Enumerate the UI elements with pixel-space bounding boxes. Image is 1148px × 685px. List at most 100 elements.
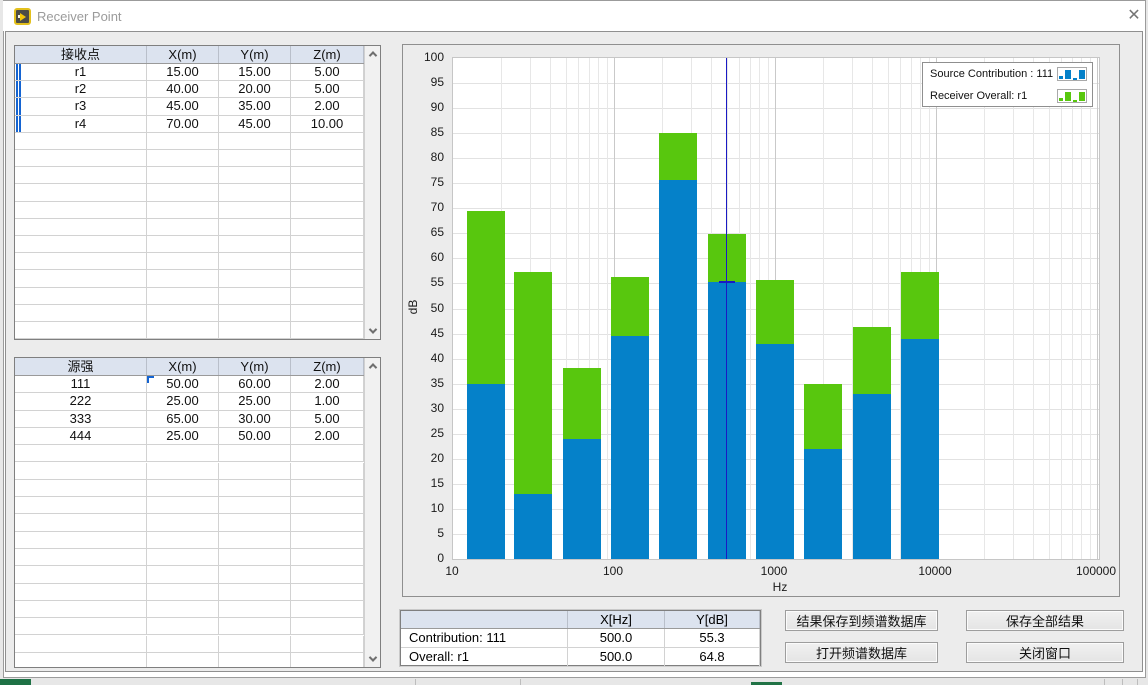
table-cell[interactable] — [147, 253, 219, 269]
table-cell[interactable] — [15, 480, 147, 496]
chart-cursor-crosshair[interactable] — [719, 281, 735, 283]
table-row[interactable]: 33365.0030.005.00 — [15, 411, 364, 428]
table-cell[interactable] — [147, 236, 219, 252]
table-row[interactable] — [15, 305, 364, 322]
table-cell[interactable] — [147, 322, 219, 338]
table-cell[interactable] — [15, 202, 147, 218]
table-cell[interactable] — [219, 253, 291, 269]
table-cell[interactable]: 45.00 — [219, 116, 291, 132]
table-cell[interactable]: 25.00 — [219, 393, 291, 409]
table-cell[interactable]: 50.00 — [147, 376, 219, 392]
table-cell[interactable] — [219, 532, 291, 548]
table-cell[interactable] — [291, 184, 364, 200]
table-cell[interactable]: 15.00 — [147, 64, 219, 80]
table-cell[interactable]: 333 — [15, 411, 147, 427]
table-cell[interactable] — [147, 288, 219, 304]
table-cell[interactable]: 25.00 — [147, 393, 219, 409]
table-cell[interactable] — [219, 219, 291, 235]
table-cell[interactable] — [291, 480, 364, 496]
table-row[interactable] — [15, 549, 364, 566]
cursor-table-row[interactable]: Contribution: 111500.055.3 — [401, 629, 760, 648]
table-cell[interactable] — [147, 532, 219, 548]
close-window-button[interactable]: 关闭窗口 — [966, 642, 1124, 663]
table-cell[interactable] — [147, 445, 219, 461]
table-cell[interactable] — [15, 219, 147, 235]
table-cell[interactable]: 50.00 — [219, 428, 291, 444]
table-cell[interactable] — [219, 601, 291, 617]
table-cell[interactable] — [291, 202, 364, 218]
table-cell[interactable] — [219, 236, 291, 252]
table-cell[interactable] — [291, 133, 364, 149]
table-cell[interactable] — [147, 167, 219, 183]
table-row[interactable] — [15, 133, 364, 150]
table-cell[interactable] — [15, 167, 147, 183]
table-cell[interactable] — [219, 618, 291, 634]
table-cell[interactable] — [15, 566, 147, 582]
table-cell[interactable] — [219, 480, 291, 496]
table-row[interactable] — [15, 584, 364, 601]
table-cell[interactable] — [219, 463, 291, 479]
table-scrollbar[interactable] — [364, 46, 380, 339]
table-cell[interactable] — [15, 184, 147, 200]
table-cell[interactable] — [15, 549, 147, 565]
table-cell[interactable] — [291, 288, 364, 304]
table-cell[interactable] — [147, 584, 219, 600]
table-cell[interactable]: 5.00 — [291, 81, 364, 97]
table-row[interactable]: r345.0035.002.00 — [15, 98, 364, 115]
table-row[interactable] — [15, 497, 364, 514]
table-cell[interactable] — [291, 532, 364, 548]
cursor-table-row[interactable]: Overall: r1500.064.8 — [401, 648, 760, 667]
table-cell[interactable] — [219, 514, 291, 530]
table-cell[interactable] — [15, 601, 147, 617]
table-cell[interactable]: 2.00 — [291, 376, 364, 392]
scroll-up-button[interactable] — [365, 358, 380, 374]
table-cell[interactable] — [147, 497, 219, 513]
table-cell[interactable] — [291, 270, 364, 286]
table-row[interactable]: r240.0020.005.00 — [15, 81, 364, 98]
table-cell[interactable] — [219, 133, 291, 149]
table-cell[interactable] — [219, 150, 291, 166]
table-cell[interactable]: 60.00 — [219, 376, 291, 392]
table-cell[interactable] — [15, 636, 147, 652]
table-row[interactable]: r115.0015.005.00 — [15, 64, 364, 81]
table-cell[interactable] — [291, 549, 364, 565]
table-cell[interactable] — [15, 514, 147, 530]
legend-glyph[interactable] — [1057, 67, 1087, 81]
table-cell[interactable]: 5.00 — [291, 64, 364, 80]
table-row[interactable] — [15, 253, 364, 270]
table-cell[interactable]: 35.00 — [219, 98, 291, 114]
table-cell[interactable] — [147, 219, 219, 235]
table-cell[interactable]: 20.00 — [219, 81, 291, 97]
table-cell[interactable]: 444 — [15, 428, 147, 444]
table-cell[interactable] — [147, 133, 219, 149]
table-cell[interactable] — [15, 150, 147, 166]
table-cell[interactable] — [291, 497, 364, 513]
table-row[interactable]: 11150.0060.002.00 — [15, 376, 364, 393]
scroll-down-button[interactable] — [365, 651, 380, 667]
table-cell[interactable] — [291, 305, 364, 321]
table-cell[interactable] — [291, 445, 364, 461]
table-row[interactable] — [15, 636, 364, 653]
table-cell[interactable] — [219, 305, 291, 321]
table-cell[interactable] — [291, 236, 364, 252]
table-cell[interactable] — [147, 636, 219, 652]
table-cell[interactable] — [291, 636, 364, 652]
table-cell[interactable]: 222 — [15, 393, 147, 409]
table-cell[interactable]: r3 — [15, 98, 147, 114]
table-cell[interactable] — [147, 270, 219, 286]
table-row[interactable] — [15, 463, 364, 480]
scroll-down-button[interactable] — [365, 323, 380, 339]
table-cell[interactable] — [15, 497, 147, 513]
table-cell[interactable] — [147, 653, 219, 668]
table-cell[interactable]: 15.00 — [219, 64, 291, 80]
table-cell[interactable]: 40.00 — [147, 81, 219, 97]
table-row[interactable] — [15, 601, 364, 618]
table-cell[interactable] — [15, 584, 147, 600]
table-row[interactable] — [15, 270, 364, 287]
table-scrollbar[interactable] — [364, 358, 380, 667]
table-cell[interactable] — [15, 618, 147, 634]
table-cell[interactable]: 70.00 — [147, 116, 219, 132]
table-cell[interactable] — [219, 270, 291, 286]
table-cell[interactable] — [291, 167, 364, 183]
table-row[interactable]: 44425.0050.002.00 — [15, 428, 364, 445]
